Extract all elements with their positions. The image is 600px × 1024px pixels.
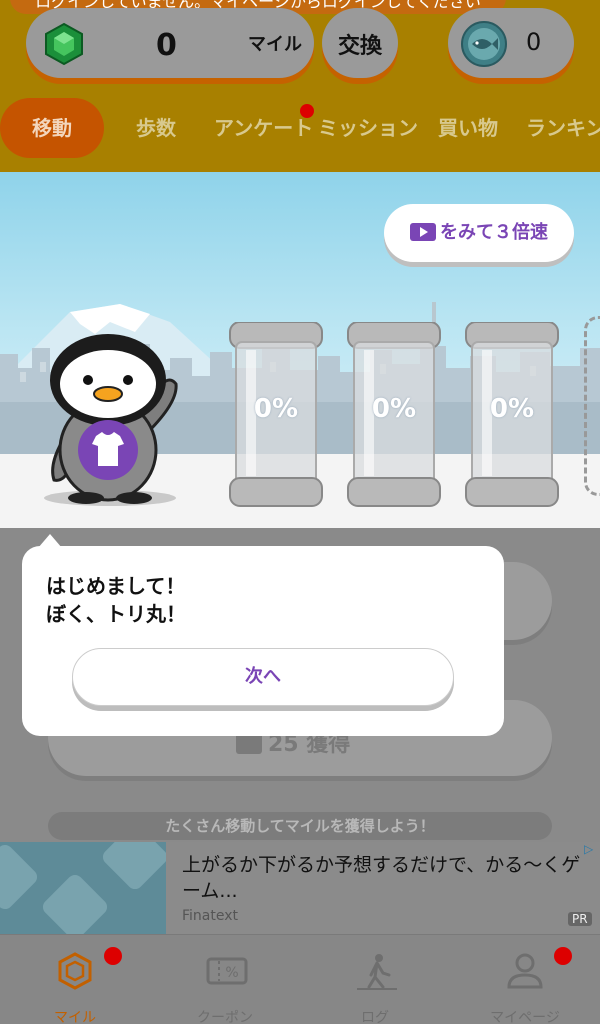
gem-icon xyxy=(45,22,83,66)
ad-choices-icon[interactable]: ▷ xyxy=(584,842,593,856)
category-tabs: 移動 歩数 アンケート ミッション 買い物 ランキング xyxy=(0,98,600,158)
svg-text:%: % xyxy=(225,965,238,981)
tab-ranking[interactable]: ランキング xyxy=(526,98,600,158)
miles-balance[interactable]: 0 マイル xyxy=(26,8,314,78)
tabbar-label: ログ xyxy=(361,1010,389,1024)
jar-percent: 0% xyxy=(253,394,299,424)
hint-bar: たくさん移動してマイルを獲得しよう！ xyxy=(48,812,552,840)
empty-jar-slot xyxy=(584,316,600,496)
fish-coin-balance[interactable]: 0 xyxy=(448,8,574,78)
dialog-line-1: はじめまして！ xyxy=(46,574,186,598)
jar-percent: 0% xyxy=(371,394,417,424)
fish-coin-icon xyxy=(461,21,507,67)
tab-move[interactable]: 移動 xyxy=(0,98,104,158)
tabbar-miles[interactable]: マイル xyxy=(0,935,150,1024)
tabbar-label: マイル xyxy=(54,1010,96,1024)
ad-image[interactable] xyxy=(0,842,166,934)
travel-scene: をみて３倍速 0% 0% 0% xyxy=(0,172,600,528)
progress-jar-3: 0% xyxy=(464,321,560,508)
penguin-mascot xyxy=(44,334,178,506)
next-button[interactable]: 次へ xyxy=(72,648,454,706)
bottom-tab-bar: マイル % クーポン ログ マイページ xyxy=(0,934,600,1024)
coupon-icon: % xyxy=(206,957,248,985)
jar-percent: 0% xyxy=(489,394,535,424)
mascot-speech-dialog: はじめまして！ ぼく、トリ丸！ 次へ xyxy=(22,546,504,736)
speed-button-label: をみて３倍速 xyxy=(440,222,548,243)
header: ログインしていません。マイページからログインしてください 0 マイル 交換 0 … xyxy=(0,0,600,172)
tab-shopping[interactable]: 買い物 xyxy=(438,98,498,158)
ad-pattern xyxy=(0,842,166,934)
miles-count: 0 xyxy=(156,28,177,63)
video-icon xyxy=(410,223,436,241)
ad-pr-label: PR xyxy=(568,912,592,926)
watch-video-3x-button[interactable]: をみて３倍速 xyxy=(384,204,574,262)
dialog-line-2: ぼく、トリ丸！ xyxy=(46,602,186,626)
walk-log-icon xyxy=(357,954,397,990)
exchange-button[interactable]: 交換 xyxy=(322,8,398,78)
miles-badge xyxy=(104,947,122,965)
exchange-label: 交換 xyxy=(337,34,382,59)
mypage-badge xyxy=(554,947,572,965)
tabbar-mypage[interactable]: マイページ xyxy=(450,935,600,1024)
tab-mission[interactable]: ミッション xyxy=(318,98,418,158)
tabbar-coupon[interactable]: % クーポン xyxy=(150,935,300,1024)
tabbar-label: マイページ xyxy=(490,1010,560,1024)
progress-jar-2: 0% xyxy=(346,321,442,508)
ad-advertiser: Finatext xyxy=(182,908,239,924)
fish-coin-count: 0 xyxy=(526,28,542,56)
user-icon xyxy=(507,953,543,989)
tab-survey[interactable]: アンケート xyxy=(214,98,313,158)
miles-unit: マイル xyxy=(248,34,302,55)
ad-banner[interactable]: 上がるか下がるか予想するだけで、かる〜くゲーム... Finatext xyxy=(0,842,600,934)
survey-badge xyxy=(300,104,314,118)
tab-steps[interactable]: 歩数 xyxy=(136,98,176,158)
tabbar-log[interactable]: ログ xyxy=(300,935,450,1024)
ad-text[interactable]: 上がるか下がるか予想するだけで、かる〜くゲーム... xyxy=(182,852,588,904)
progress-jar-1: 0% xyxy=(228,321,324,508)
gem-icon xyxy=(58,952,92,990)
tabbar-label: クーポン xyxy=(197,1010,253,1024)
